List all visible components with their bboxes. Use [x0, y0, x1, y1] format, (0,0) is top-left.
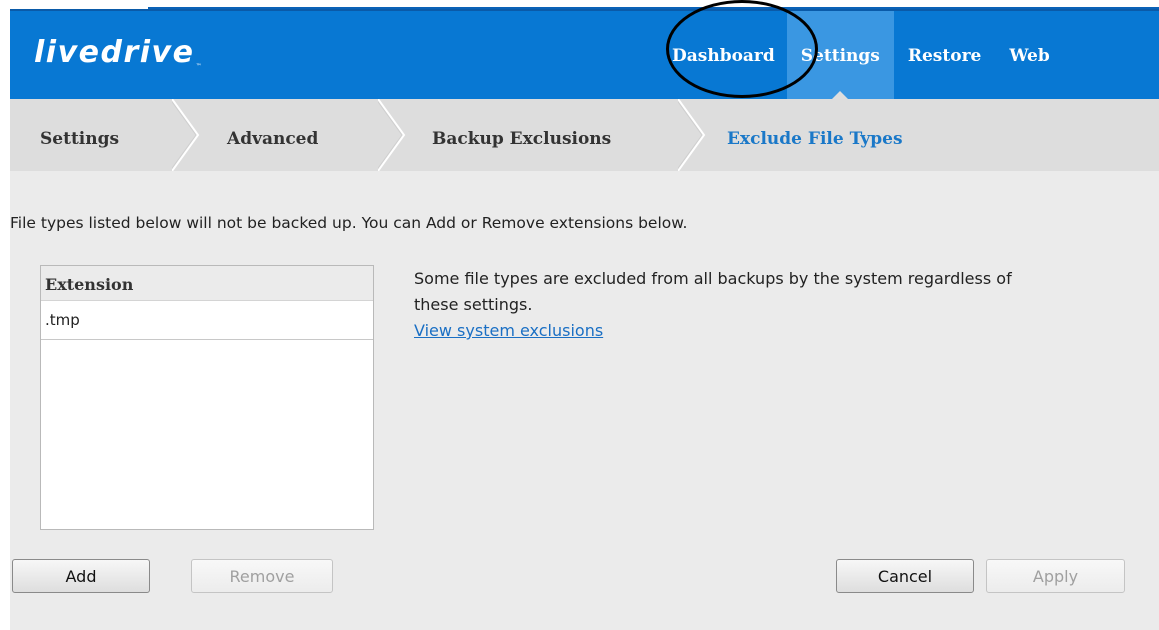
nav-restore[interactable]: Restore — [894, 11, 995, 101]
breadcrumb-backup-exclusions-label: Backup Exclusions — [432, 129, 612, 149]
nav-web-label: Web — [1009, 46, 1050, 66]
nav-restore-label: Restore — [907, 46, 982, 66]
main-nav: Dashboard Settings Restore Web — [660, 11, 1064, 101]
breadcrumb: Settings Advanced Backup Exclusions Excl… — [10, 99, 1159, 171]
info-text: Some file types are excluded from all ba… — [414, 269, 1012, 314]
breadcrumb-chevron-icon — [378, 99, 406, 171]
nav-dashboard[interactable]: Dashboard — [660, 11, 787, 101]
content-panel: File types listed below will not be back… — [10, 171, 1159, 630]
breadcrumb-settings-label: Settings — [40, 129, 120, 149]
extension-list-header: Extension — [41, 266, 373, 301]
nav-web[interactable]: Web — [995, 11, 1063, 101]
breadcrumb-settings[interactable]: Settings — [40, 99, 119, 171]
breadcrumb-advanced[interactable]: Advanced — [227, 99, 318, 171]
top-strip — [0, 0, 1159, 9]
system-exclusions-info: Some file types are excluded from all ba… — [414, 266, 1034, 344]
logo-text: livedrive — [34, 35, 195, 70]
nav-settings-label: Settings — [800, 46, 880, 66]
breadcrumb-chevron-icon — [172, 99, 200, 171]
view-system-exclusions-link[interactable]: View system exclusions — [414, 321, 603, 340]
list-item[interactable]: .tmp — [41, 301, 373, 340]
breadcrumb-exclude-file-types-label: Exclude File Types — [727, 129, 903, 149]
cancel-button[interactable]: Cancel — [836, 559, 974, 593]
nav-dashboard-label: Dashboard — [672, 46, 775, 66]
extension-list[interactable]: Extension .tmp — [40, 265, 374, 530]
remove-button[interactable]: Remove — [191, 559, 333, 593]
page-description: File types listed below will not be back… — [10, 214, 688, 232]
livedrive-logo[interactable]: livedrive™ — [34, 35, 203, 70]
header-bar: livedrive™ Dashboard Settings Restore We… — [10, 9, 1159, 101]
breadcrumb-advanced-label: Advanced — [227, 129, 319, 149]
add-button[interactable]: Add — [12, 559, 150, 593]
breadcrumb-exclude-file-types[interactable]: Exclude File Types — [727, 99, 903, 171]
logo-trademark: ™ — [195, 63, 203, 70]
app-window: livedrive™ Dashboard Settings Restore We… — [0, 0, 1159, 630]
nav-settings[interactable]: Settings — [786, 11, 894, 101]
breadcrumb-backup-exclusions[interactable]: Backup Exclusions — [432, 99, 611, 171]
breadcrumb-chevron-icon — [678, 99, 706, 171]
apply-button[interactable]: Apply — [986, 559, 1125, 593]
